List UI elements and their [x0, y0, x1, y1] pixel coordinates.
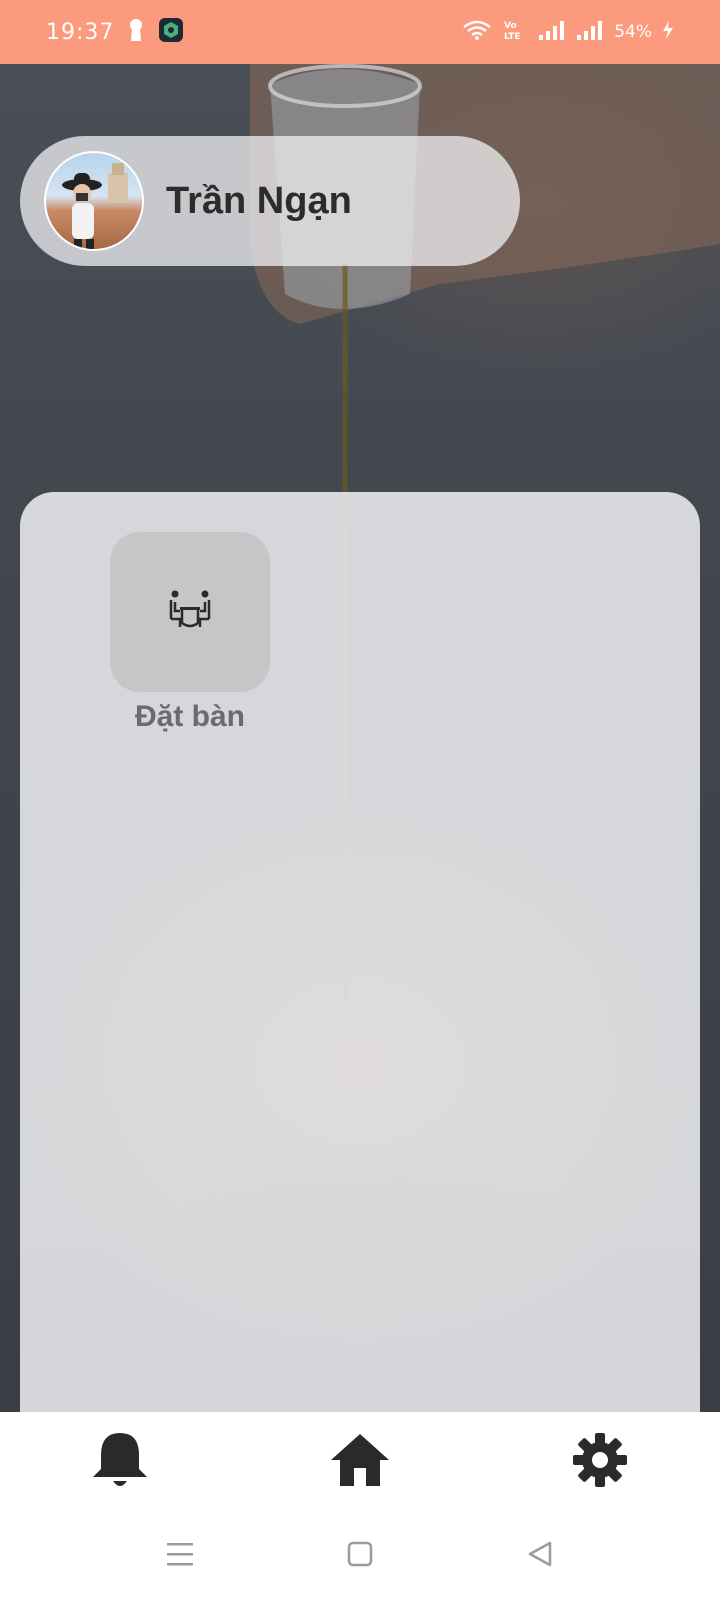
gear-icon	[572, 1432, 628, 1493]
battery-level: 54%	[614, 22, 652, 42]
status-right: Vo LTE 54%	[462, 18, 674, 47]
tile-book-table-label: Đặt bàn	[134, 700, 245, 733]
svg-text:Vo: Vo	[504, 21, 517, 31]
recent-apps-icon	[165, 1541, 195, 1572]
nav-notifications-button[interactable]	[65, 1417, 175, 1507]
charging-icon	[662, 20, 674, 45]
status-bar: 19:37 Vo LTE 54%	[0, 0, 720, 64]
avatar-image	[62, 163, 128, 249]
main-panel: Đặt bàn	[20, 492, 700, 1412]
restaurant-table-icon	[166, 589, 214, 636]
signal-icon-2	[576, 19, 604, 46]
profile-name: Trần Ngạn	[166, 179, 352, 222]
tile-book-table[interactable]: Đặt bàn	[110, 532, 270, 734]
svg-text:LTE: LTE	[504, 32, 521, 42]
nav-home-button[interactable]	[305, 1417, 415, 1507]
nav-settings-button[interactable]	[545, 1417, 655, 1507]
system-home-button[interactable]	[330, 1526, 390, 1586]
app-notification-icon	[158, 17, 184, 48]
keyhole-icon	[128, 18, 144, 47]
bell-icon	[89, 1429, 151, 1496]
volte-icon: Vo LTE	[502, 18, 528, 47]
tile-book-table-button[interactable]	[110, 532, 270, 692]
system-recent-apps-button[interactable]	[150, 1526, 210, 1586]
home-square-icon	[346, 1540, 374, 1573]
profile-card[interactable]: Trần Ngạn	[20, 136, 520, 266]
signal-icon	[538, 19, 566, 46]
home-icon	[329, 1432, 391, 1493]
wifi-icon	[462, 19, 492, 46]
back-triangle-icon	[526, 1540, 554, 1573]
bottom-navigation	[0, 1412, 720, 1512]
avatar[interactable]	[44, 151, 144, 251]
status-time: 19:37	[46, 19, 115, 45]
status-left: 19:37	[46, 17, 184, 48]
system-back-button[interactable]	[510, 1526, 570, 1586]
system-navigation	[0, 1512, 720, 1600]
